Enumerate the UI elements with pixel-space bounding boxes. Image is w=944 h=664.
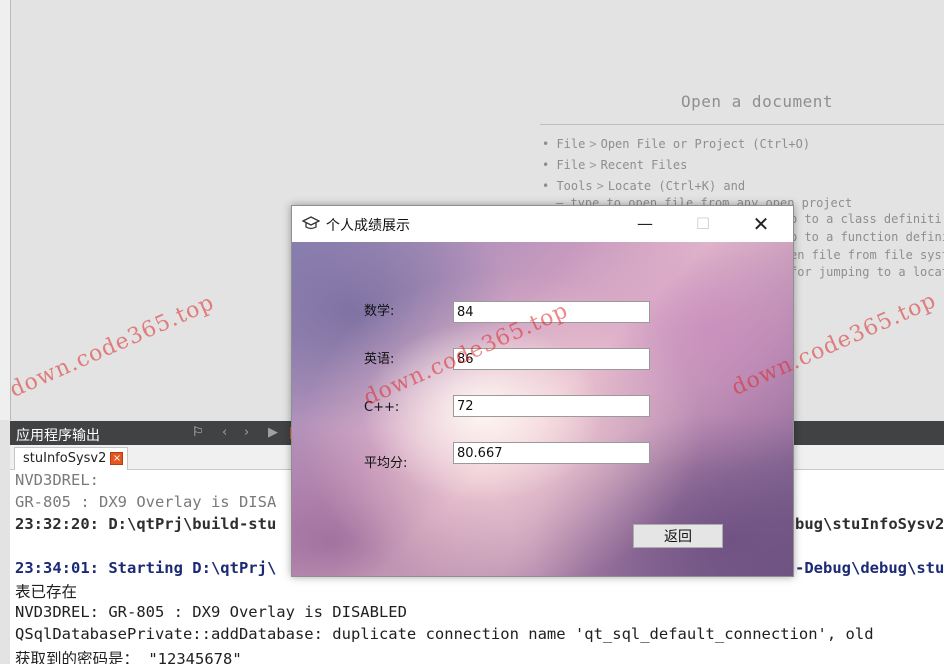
welcome-tip-fragment: for jumping to a locat (790, 265, 944, 279)
average-label: 平均分: (364, 456, 408, 471)
output-panel-title: 应用程序输出 (16, 428, 100, 444)
maximize-button[interactable]: ☐ (680, 206, 726, 242)
log-line: -Debug\debug\stu (795, 559, 944, 577)
dialog-titlebar[interactable]: 个人成绩展示 — ☐ ✕ (292, 206, 793, 242)
ide-left-strip (0, 0, 11, 420)
log-line: 23:34:01: Starting D:\qtPrj\ (15, 559, 277, 577)
tip-head: • Tools (542, 179, 593, 193)
log-line: bug\stuInfoSysv2 (795, 515, 944, 533)
log-line: GR-805 : DX9 Overlay is DISA (15, 493, 277, 511)
run-icon[interactable]: ▶ (268, 425, 278, 440)
math-label: 数学: (364, 304, 395, 319)
tip-tail: Recent Files (600, 158, 688, 172)
english-label: 英语: (364, 352, 395, 367)
welcome-tip-fragment: en file from file syst (790, 248, 944, 262)
close-icon[interactable]: × (110, 452, 124, 465)
welcome-title: Open a document (681, 92, 833, 111)
tab-label: stuInfoSysv2 (23, 451, 107, 466)
welcome-tip-locate: • Tools > Locate (Ctrl+K) and (542, 179, 745, 193)
welcome-tip-fragment: p to a class definiti (790, 212, 942, 226)
welcome-divider (540, 124, 944, 125)
welcome-tip-fragment: p to a function defini (790, 230, 944, 244)
tip-tail: Open File or Project (Ctrl+O) (600, 137, 811, 151)
chevron-right-icon: > (596, 179, 604, 193)
tab-stuinfosysv2[interactable]: stuInfoSysv2 × (14, 447, 129, 470)
tip-head: • File (542, 158, 586, 172)
minimize-button[interactable]: — (622, 206, 668, 242)
tip-tail: Locate (Ctrl+K) and (607, 179, 746, 193)
log-line: 获取到的密码是： "12345678" (15, 650, 242, 664)
cpp-score-field[interactable] (453, 395, 650, 417)
dialog-body: 数学: 英语: C++: 平均分: 返回 (292, 242, 793, 576)
graduation-cap-icon (302, 216, 320, 230)
next-icon[interactable]: › (244, 425, 249, 440)
attach-icon[interactable]: ⚐ (192, 425, 204, 440)
log-line: 23:32:20: D:\qtPrj\build-stu (15, 515, 277, 533)
log-line: NVD3DREL: (15, 471, 99, 489)
welcome-tip-open-file: • File > Open File or Project (Ctrl+O) (542, 137, 810, 151)
chevron-right-icon: > (589, 137, 597, 151)
watermark: down.code365.top (6, 290, 219, 403)
log-line: 表已存在 (15, 583, 78, 601)
average-score-field[interactable] (453, 442, 650, 464)
welcome-tip-recent-files: • File > Recent Files (542, 158, 687, 172)
return-button[interactable]: 返回 (633, 524, 723, 548)
close-button[interactable]: ✕ (738, 206, 784, 242)
dialog-title: 个人成绩展示 (326, 218, 410, 234)
previous-icon[interactable]: ‹ (222, 425, 227, 440)
chevron-right-icon: > (589, 158, 597, 172)
tip-head: • File (542, 137, 586, 151)
log-line: QSqlDatabasePrivate::addDatabase: duplic… (15, 625, 874, 643)
log-line: NVD3DREL: GR-805 : DX9 Overlay is DISABL… (15, 603, 407, 621)
